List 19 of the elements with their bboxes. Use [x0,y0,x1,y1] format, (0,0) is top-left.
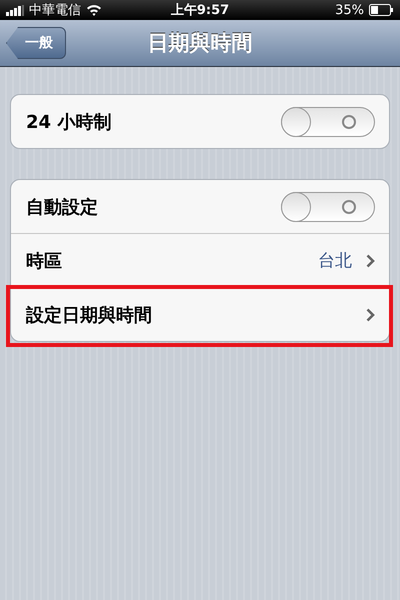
signal-icon [6,4,24,16]
nav-title: 日期與時間 [148,30,252,57]
carrier-name: 中華電信 [29,2,81,19]
status-time: 上午9:57 [170,2,230,19]
row-label: 24 小時制 [26,110,112,134]
row-label: 自動設定 [26,196,99,218]
back-button[interactable]: 一般 [6,27,66,59]
row-label[interactable]: 設定日期與時間 [26,302,366,326]
chevron-icon [366,308,375,322]
off-circle-icon [341,114,357,130]
toggle-switch[interactable] [281,106,375,136]
row-value: 台北 [318,250,352,272]
row-label[interactable]: 時區 [26,248,318,272]
battery-percent: 35% [335,2,364,18]
toggle-switch[interactable] [281,192,375,222]
battery-icon [369,4,394,16]
chevron-icon [366,254,375,268]
wifi-icon [86,4,102,16]
off-circle-icon [341,198,357,214]
